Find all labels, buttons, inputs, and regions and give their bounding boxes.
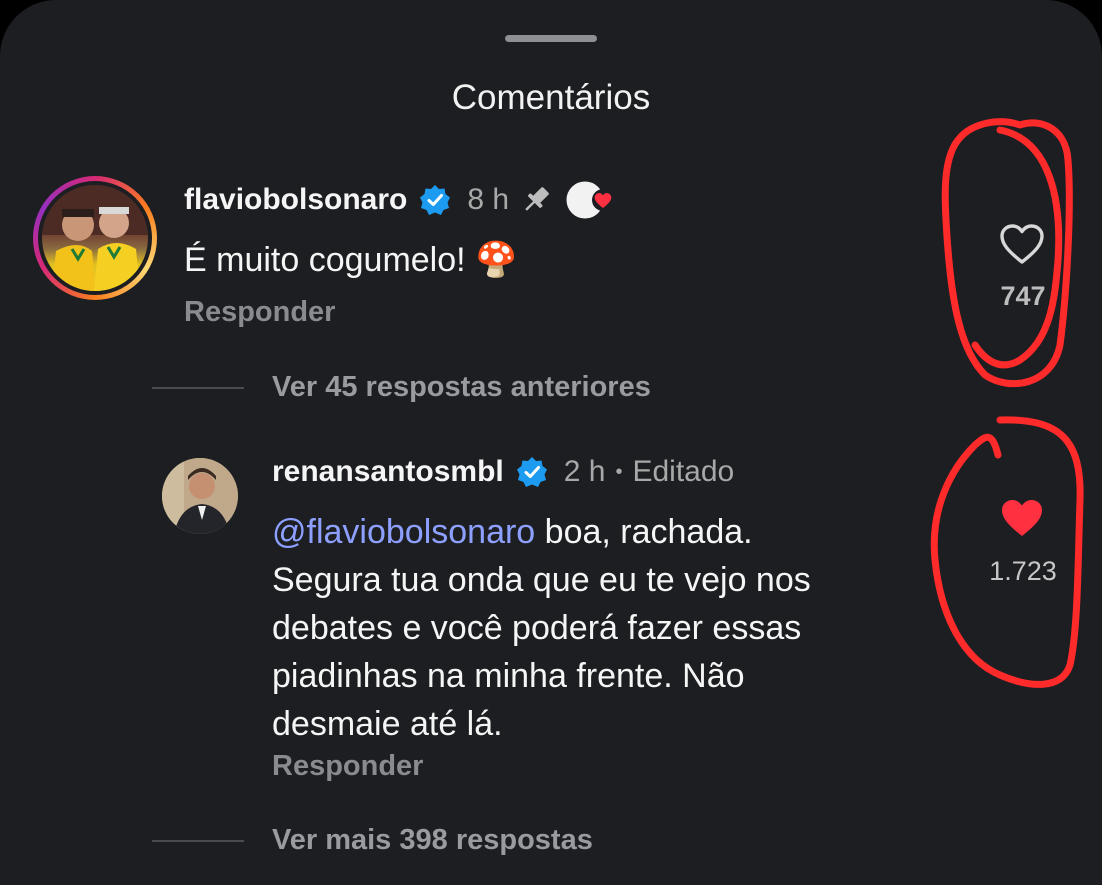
reply-button[interactable]: Responder — [272, 750, 423, 783]
comment-username[interactable]: renansantosmbl — [272, 455, 504, 489]
avatar-flaviobolsonaro[interactable] — [33, 176, 157, 300]
like-count: 1.723 — [989, 556, 1057, 586]
heart-filled-icon — [1002, 500, 1042, 536]
comment-text-2: @flaviobolsonaro boa, rachada. Segura tu… — [272, 508, 811, 748]
comment-time: 2 h — [563, 455, 606, 488]
comment-text-line: boa, rachada. — [535, 513, 753, 551]
view-previous-replies[interactable]: Ver 45 respostas anteriores — [272, 371, 651, 404]
reply-button[interactable]: Responder — [184, 296, 335, 329]
like-button[interactable] — [998, 496, 1046, 540]
pin-icon — [519, 183, 553, 217]
verified-badge-icon — [419, 184, 451, 216]
edited-label: Editado — [632, 455, 735, 488]
comment-text: É muito cogumelo! 🍄 — [184, 241, 518, 279]
comment-header-1: flaviobolsonaro 8 h — [184, 180, 629, 220]
heart-outline-icon — [1000, 224, 1044, 264]
comment-text-line: Segura tua onda que eu te vejo nos — [272, 561, 811, 599]
comment-header-2: renansantosmbl 2 h • Editado — [272, 452, 734, 492]
comments-sheet: Comentários flaviobolsonaro 8 h É muito … — [0, 0, 1102, 885]
creator-liked-icon — [565, 178, 629, 222]
comment-username[interactable]: flaviobolsonaro — [184, 183, 407, 217]
annotation-scribble — [930, 416, 1084, 688]
like-count: 747 — [1000, 281, 1046, 311]
comment-time: 8 h — [467, 183, 510, 216]
verified-badge-icon — [516, 456, 548, 488]
drag-handle[interactable] — [505, 35, 597, 42]
comment-text-line: piadinhas na minha frente. Não — [272, 657, 745, 695]
thread-divider — [152, 387, 244, 389]
sheet-title: Comentários — [451, 78, 651, 117]
thread-divider — [152, 840, 244, 842]
avatar-photo — [42, 185, 148, 291]
comment-text-line: desmaie até lá. — [272, 705, 503, 743]
comment-text-line: debates e você poderá fazer essas — [272, 609, 802, 647]
like-button[interactable] — [998, 222, 1046, 266]
avatar-renansantosmbl[interactable] — [162, 458, 238, 534]
meta-separator: • — [615, 460, 623, 483]
mention-link[interactable]: @flaviobolsonaro — [272, 513, 535, 551]
view-more-replies[interactable]: Ver mais 398 respostas — [272, 824, 593, 857]
annotation-overlay — [930, 118, 1084, 688]
